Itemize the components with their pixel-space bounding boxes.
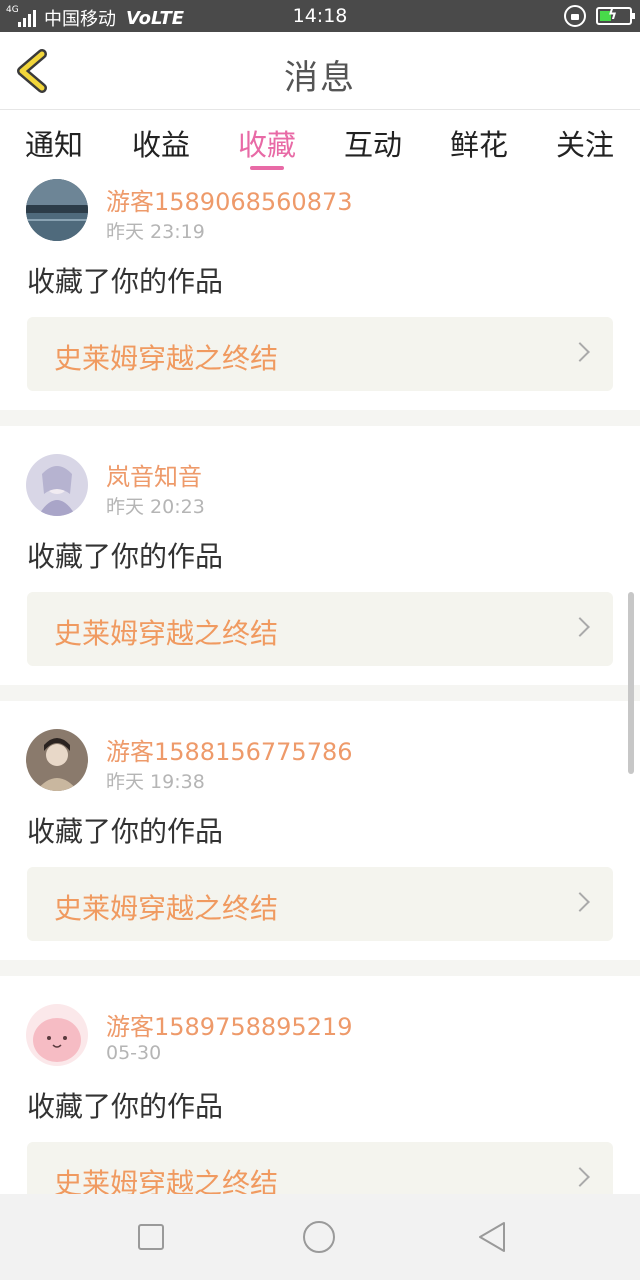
work-link[interactable]: 史莱姆穿越之终结 xyxy=(27,867,613,941)
message-time: 昨天 20:23 xyxy=(106,496,205,518)
app-header: 消息 xyxy=(0,32,640,110)
work-link[interactable]: 史莱姆穿越之终结 xyxy=(27,1142,613,1194)
status-right: ϟ xyxy=(564,5,635,27)
anime-girl-avatar-icon xyxy=(26,454,88,516)
anime-boy-avatar-icon xyxy=(26,729,88,791)
action-text: 收藏了你的作品 xyxy=(27,265,224,298)
recent-apps-square-icon[interactable] xyxy=(138,1224,164,1250)
action-text: 收藏了你的作品 xyxy=(27,1090,224,1123)
tab-flowers[interactable]: 鲜花 xyxy=(439,122,519,164)
action-text: 收藏了你的作品 xyxy=(27,540,224,573)
username[interactable]: 游客1589068560873 xyxy=(106,182,353,217)
tab-earnings[interactable]: 收益 xyxy=(121,122,201,164)
message-list[interactable]: 游客1589068560873 昨天 23:19 收藏了你的作品 史莱姆穿越之终… xyxy=(0,172,640,1194)
avatar[interactable] xyxy=(26,729,88,791)
status-time: 14:18 xyxy=(292,5,348,27)
avatar[interactable] xyxy=(26,454,88,516)
work-link[interactable]: 史莱姆穿越之终结 xyxy=(27,592,613,666)
message-time: 昨天 23:19 xyxy=(106,221,205,243)
tab-notify[interactable]: 通知 xyxy=(14,122,94,164)
chevron-right-icon xyxy=(570,617,590,637)
tab-favorites[interactable]: 收藏 xyxy=(227,122,307,164)
rotation-lock-icon xyxy=(564,5,586,27)
work-title: 史莱姆穿越之终结 xyxy=(54,892,279,925)
back-triangle-icon[interactable] xyxy=(476,1220,508,1254)
scrollbar[interactable] xyxy=(628,592,634,774)
message-time: 昨天 19:38 xyxy=(106,771,205,793)
work-title: 史莱姆穿越之终结 xyxy=(54,342,279,375)
chevron-right-icon xyxy=(570,342,590,362)
avatar[interactable] xyxy=(26,179,88,241)
username[interactable]: 游客1589758895219 xyxy=(106,1007,353,1042)
avatar[interactable] xyxy=(26,1004,88,1066)
work-link[interactable]: 史莱姆穿越之终结 xyxy=(27,317,613,391)
system-nav-bar xyxy=(0,1194,640,1280)
pink-blob-avatar-icon xyxy=(26,1004,88,1066)
username[interactable]: 游客1588156775786 xyxy=(106,732,353,767)
work-title: 史莱姆穿越之终结 xyxy=(54,1167,279,1194)
username[interactable]: 岚音知音 xyxy=(106,457,202,492)
divider xyxy=(0,685,640,701)
divider xyxy=(0,960,640,976)
home-circle-icon[interactable] xyxy=(303,1221,335,1253)
work-title: 史莱姆穿越之终结 xyxy=(54,617,279,650)
divider xyxy=(0,410,640,426)
message-card: 游客1588156775786 昨天 19:38 收藏了你的作品 史莱姆穿越之终… xyxy=(0,722,640,960)
tab-follow[interactable]: 关注 xyxy=(545,122,625,164)
tab-interaction[interactable]: 互动 xyxy=(333,122,413,164)
tab-active-indicator xyxy=(250,166,284,170)
message-card: 岚音知音 昨天 20:23 收藏了你的作品 史莱姆穿越之终结 xyxy=(0,447,640,685)
chevron-right-icon xyxy=(570,1167,590,1187)
charging-icon: ϟ xyxy=(608,7,618,23)
message-time: 05-30 xyxy=(106,1042,162,1064)
chevron-right-icon xyxy=(570,892,590,912)
lake-landscape-avatar-icon xyxy=(26,179,88,241)
message-card: 游客1589068560873 昨天 23:19 收藏了你的作品 史莱姆穿越之终… xyxy=(0,172,640,410)
page-title: 消息 xyxy=(284,58,356,98)
message-card: 游客1589758895219 05-30 收藏了你的作品 史莱姆穿越之终结 xyxy=(0,997,640,1194)
tab-bar: 通知 收益 收藏 互动 鲜花 关注 xyxy=(0,110,640,172)
action-text: 收藏了你的作品 xyxy=(27,815,224,848)
battery-icon: ϟ xyxy=(596,7,635,25)
status-bar: 4G 中国移动 VoLTE 14:18 ϟ xyxy=(0,0,640,32)
